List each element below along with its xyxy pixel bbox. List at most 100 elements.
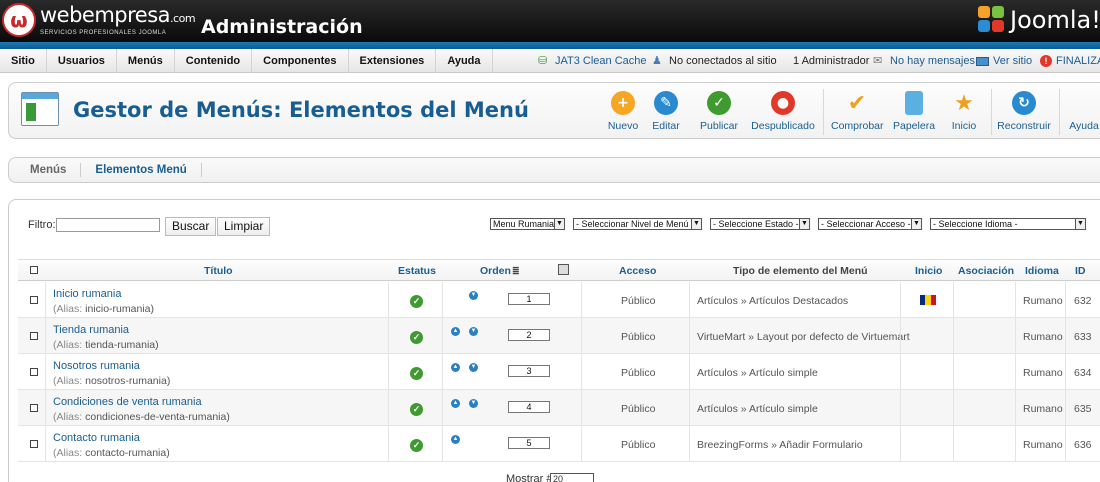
toolbar-divider xyxy=(1059,89,1060,135)
row-title-link[interactable]: Contacto rumania xyxy=(53,432,140,444)
row-checkbox[interactable] xyxy=(30,296,38,304)
mail-icon: ✉ xyxy=(873,55,883,67)
row-title-link[interactable]: Tienda rumania xyxy=(53,324,129,336)
col-order[interactable]: Orden xyxy=(480,265,511,277)
row-type: Artículos » Artículo simple xyxy=(697,367,818,379)
published-icon[interactable]: ✓ xyxy=(410,367,423,380)
toolbar-divider xyxy=(991,89,992,135)
edit-button[interactable]: ✎ Editar xyxy=(649,88,683,132)
new-button[interactable]: + Nuevo xyxy=(605,88,641,132)
col-title[interactable]: Título xyxy=(204,265,233,277)
logout-icon: ! xyxy=(1040,55,1052,67)
menu-usuarios[interactable]: Usuarios xyxy=(47,48,117,73)
webempresa-logo-icon: ω xyxy=(2,3,36,37)
row-checkbox[interactable] xyxy=(30,440,38,448)
checkin-button[interactable]: ✔ Comprobar xyxy=(831,88,884,133)
monitor-icon xyxy=(976,56,989,66)
move-up-icon[interactable]: ▲ xyxy=(451,363,460,372)
order-input[interactable]: 3 xyxy=(508,365,550,377)
order-input[interactable]: 4 xyxy=(508,401,550,413)
col-language[interactable]: Idioma xyxy=(1025,265,1059,277)
main-menubar: Sitio Usuarios Menús Contenido Component… xyxy=(0,48,1100,73)
state-select[interactable]: - Seleccione Estado - ▼ xyxy=(710,218,810,230)
move-down-icon[interactable]: ▼ xyxy=(469,327,478,336)
trash-icon xyxy=(905,91,923,115)
save-order-icon[interactable] xyxy=(558,264,569,278)
row-title-link[interactable]: Nosotros rumania xyxy=(53,360,140,372)
admin-title: Administración xyxy=(201,16,363,38)
menu-extensiones[interactable]: Extensiones xyxy=(349,48,437,73)
tab-menu-items[interactable]: Elementos Menú xyxy=(81,163,202,177)
row-type: Artículos » Artículo simple xyxy=(697,403,818,415)
col-home[interactable]: Inicio xyxy=(915,265,942,277)
clear-button[interactable]: Limpiar xyxy=(217,217,271,236)
messages-link[interactable]: ✉ No hay mensajes xyxy=(873,49,975,73)
rebuild-button[interactable]: ↻ Reconstruir xyxy=(997,88,1051,132)
move-up-icon[interactable]: ▲ xyxy=(451,399,460,408)
row-language: Rumano xyxy=(1023,331,1063,343)
published-icon[interactable]: ✓ xyxy=(410,439,423,452)
filter-search-input[interactable] xyxy=(56,218,160,232)
row-type: VirtueMart » Layout por defecto de Virtu… xyxy=(697,331,910,343)
row-id: 632 xyxy=(1074,295,1092,307)
move-up-icon[interactable]: ▲ xyxy=(451,435,460,444)
row-title-link[interactable]: Condiciones de venta rumania xyxy=(53,396,202,408)
menu-select[interactable]: Menu Rumania ▼ xyxy=(490,218,565,230)
col-access[interactable]: Acceso xyxy=(619,265,656,277)
row-title-link[interactable]: Inicio rumania xyxy=(53,288,121,300)
select-all-checkbox[interactable] xyxy=(30,266,38,274)
col-status[interactable]: Estatus xyxy=(398,265,436,277)
search-button[interactable]: Buscar xyxy=(165,217,217,236)
view-site-link[interactable]: Ver sitio xyxy=(976,49,1032,73)
menu-menus[interactable]: Menús xyxy=(117,48,175,73)
row-access: Público xyxy=(621,331,656,343)
published-icon[interactable]: ✓ xyxy=(410,295,423,308)
level-select[interactable]: - Seleccionar Nivel de Menú - ▼ xyxy=(573,218,702,230)
menu-sitio[interactable]: Sitio xyxy=(0,48,47,73)
logout-link[interactable]: ! FINALIZAR xyxy=(1040,49,1100,73)
checkin-label: Comprobar xyxy=(831,120,884,132)
help-button[interactable]: Ayuda xyxy=(1067,88,1100,132)
chevron-down-icon: ▼ xyxy=(799,219,809,229)
move-up-icon[interactable]: ▲ xyxy=(451,327,460,336)
move-down-icon[interactable]: ▼ xyxy=(469,399,478,408)
chevron-down-icon: ▼ xyxy=(554,219,564,229)
order-input[interactable]: 2 xyxy=(508,329,550,341)
order-input[interactable]: 1 xyxy=(508,293,550,305)
unpublish-button[interactable]: ● Despublicado xyxy=(750,88,816,132)
access-select[interactable]: - Seleccionar Acceso - ▼ xyxy=(818,218,922,230)
row-checkbox[interactable] xyxy=(30,368,38,376)
jat3-cache-link[interactable]: ⛁ JAT3 Clean Cache xyxy=(538,49,647,73)
home-button[interactable]: ★ Inicio xyxy=(949,88,979,133)
menu-componentes[interactable]: Componentes xyxy=(252,48,349,73)
access-select-value: - Seleccionar Acceso - xyxy=(821,219,911,229)
row-checkbox[interactable] xyxy=(30,404,38,412)
menu-contenido[interactable]: Contenido xyxy=(175,48,253,73)
row-id: 635 xyxy=(1074,403,1092,415)
admin-count-status: 1 Administrador xyxy=(793,49,869,73)
alias-value: contacto-rumania) xyxy=(85,447,170,459)
tab-menus[interactable]: Menús xyxy=(9,163,82,177)
webempresa-logo[interactable]: ω webempresa.com SERVICIOS PROFESIONALES… xyxy=(0,2,196,38)
show-count-value: 20 xyxy=(553,474,564,482)
show-count-select[interactable]: 20 xyxy=(550,473,594,482)
menu-select-value: Menu Rumania xyxy=(493,219,555,229)
online-users-status: ♟ No conectados al sitio xyxy=(652,49,777,73)
published-icon[interactable]: ✓ xyxy=(410,403,423,416)
move-down-icon[interactable]: ▼ xyxy=(469,291,478,300)
published-icon[interactable]: ✓ xyxy=(410,331,423,344)
menu-ayuda[interactable]: Ayuda xyxy=(436,48,493,73)
rebuild-label: Reconstruir xyxy=(997,120,1051,132)
publish-button[interactable]: ✓ Publicar xyxy=(697,88,741,132)
logout-label: FINALIZAR xyxy=(1056,55,1100,67)
row-alias: (Alias: tienda-rumania) xyxy=(53,339,159,351)
move-down-icon[interactable]: ▼ xyxy=(469,363,478,372)
order-input[interactable]: 5 xyxy=(508,437,550,449)
sort-icon[interactable]: ≣ xyxy=(512,266,520,277)
row-checkbox[interactable] xyxy=(30,332,38,340)
col-id[interactable]: ID xyxy=(1075,265,1086,277)
row-alias: (Alias: inicio-rumania) xyxy=(53,303,154,315)
trash-button[interactable]: Papelera xyxy=(893,88,935,132)
language-select[interactable]: - Seleccione Idioma - ▼ xyxy=(930,218,1086,230)
col-type: Tipo de elemento del Menú xyxy=(733,265,868,277)
